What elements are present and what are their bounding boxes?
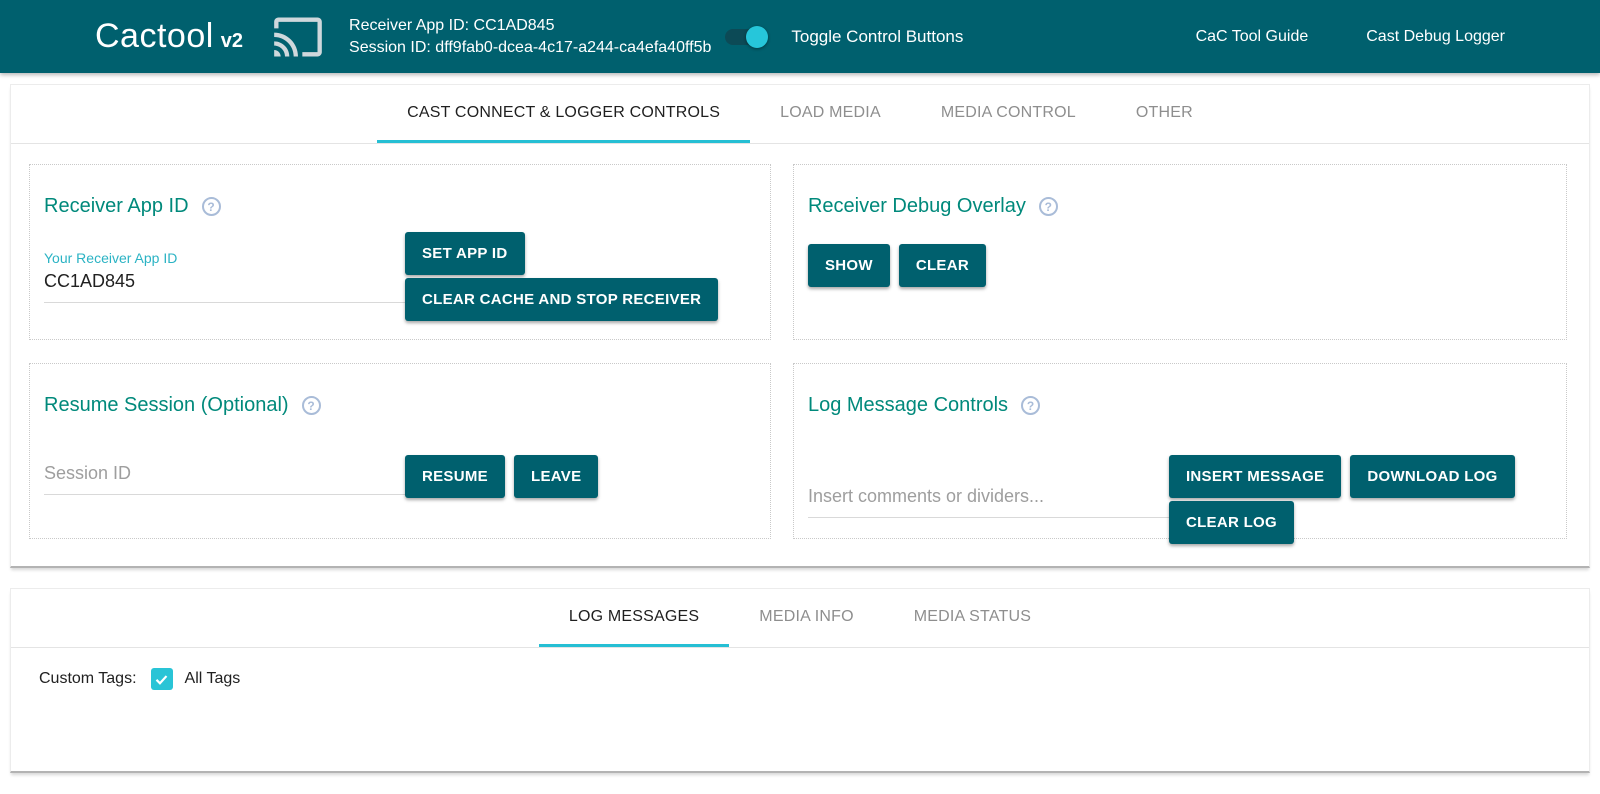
receiver-app-id-field-label: Your Receiver App ID	[44, 250, 405, 266]
clear-overlay-button[interactable]: CLEAR	[899, 244, 986, 287]
receiver-app-id-text: Receiver App ID: CC1AD845	[349, 15, 711, 37]
log-message-controls-card: Log Message Controls ? INSERT MESSAGE DO…	[793, 363, 1567, 539]
tab-cast-connect-logger-controls[interactable]: CAST CONNECT & LOGGER CONTROLS	[377, 85, 750, 143]
log-panel: LOG MESSAGES MEDIA INFO MEDIA STATUS Cus…	[10, 588, 1590, 773]
receiver-app-id-input[interactable]	[44, 267, 405, 303]
tab-media-status[interactable]: MEDIA STATUS	[884, 589, 1061, 647]
clear-cache-and-stop-receiver-button[interactable]: CLEAR CACHE AND STOP RECEIVER	[405, 278, 718, 321]
help-icon[interactable]: ?	[1039, 197, 1058, 216]
session-id-input[interactable]	[44, 459, 405, 495]
help-icon[interactable]: ?	[1021, 396, 1040, 415]
log-messages-content: Custom Tags: All Tags	[11, 648, 1589, 710]
leave-button[interactable]: LEAVE	[514, 455, 598, 498]
log-tabbar: LOG MESSAGES MEDIA INFO MEDIA STATUS	[11, 589, 1589, 648]
help-icon[interactable]: ?	[202, 197, 221, 216]
download-log-button[interactable]: DOWNLOAD LOG	[1350, 455, 1514, 498]
tab-media-info[interactable]: MEDIA INFO	[729, 589, 883, 647]
session-id-text: Session ID: dff9fab0-dcea-4c17-a244-ca4e…	[349, 37, 711, 59]
cac-tool-guide-link[interactable]: CaC Tool Guide	[1196, 28, 1309, 46]
tab-load-media[interactable]: LOAD MEDIA	[750, 85, 911, 143]
control-buttons-toggle[interactable]	[725, 29, 765, 45]
app-header: Cactool v2 Receiver App ID: CC1AD845 Ses…	[0, 0, 1600, 73]
resume-session-title: Resume Session (Optional)	[44, 394, 289, 417]
control-cards: Receiver App ID ? Your Receiver App ID S…	[11, 144, 1589, 569]
all-tags-checkbox[interactable]	[151, 668, 173, 690]
tab-other[interactable]: OTHER	[1106, 85, 1223, 143]
custom-tags-label: Custom Tags:	[39, 670, 137, 688]
controls-panel: CAST CONNECT & LOGGER CONTROLS LOAD MEDI…	[10, 84, 1590, 568]
log-message-input[interactable]	[808, 482, 1169, 518]
resume-button[interactable]: RESUME	[405, 455, 505, 498]
tab-log-messages[interactable]: LOG MESSAGES	[539, 589, 729, 647]
tab-media-control[interactable]: MEDIA CONTROL	[911, 85, 1106, 143]
all-tags-label: All Tags	[185, 670, 241, 688]
receiver-app-id-card: Receiver App ID ? Your Receiver App ID S…	[29, 164, 771, 340]
cast-debug-logger-link[interactable]: Cast Debug Logger	[1366, 28, 1505, 46]
toggle-label: Toggle Control Buttons	[791, 27, 963, 47]
main-tabbar: CAST CONNECT & LOGGER CONTROLS LOAD MEDI…	[11, 85, 1589, 144]
session-info: Receiver App ID: CC1AD845 Session ID: df…	[349, 15, 711, 59]
cast-icon	[267, 11, 329, 63]
log-message-controls-title: Log Message Controls	[808, 394, 1008, 417]
set-app-id-button[interactable]: SET APP ID	[405, 232, 525, 275]
clear-log-button[interactable]: CLEAR LOG	[1169, 501, 1294, 544]
insert-message-button[interactable]: INSERT MESSAGE	[1169, 455, 1341, 498]
show-overlay-button[interactable]: SHOW	[808, 244, 890, 287]
check-icon	[154, 672, 169, 687]
receiver-debug-overlay-title: Receiver Debug Overlay	[808, 195, 1026, 218]
receiver-debug-overlay-card: Receiver Debug Overlay ? SHOW CLEAR	[793, 164, 1567, 340]
app-title: Cactool	[95, 17, 214, 56]
receiver-app-id-title: Receiver App ID	[44, 195, 189, 218]
header-links: CaC Tool Guide Cast Debug Logger	[1196, 28, 1505, 46]
app-version: v2	[221, 30, 243, 53]
app-logo: Cactool v2	[95, 17, 243, 56]
resume-session-card: Resume Session (Optional) ? RESUME LEAVE	[29, 363, 771, 539]
help-icon[interactable]: ?	[302, 396, 321, 415]
toggle-thumb-icon	[746, 26, 768, 48]
